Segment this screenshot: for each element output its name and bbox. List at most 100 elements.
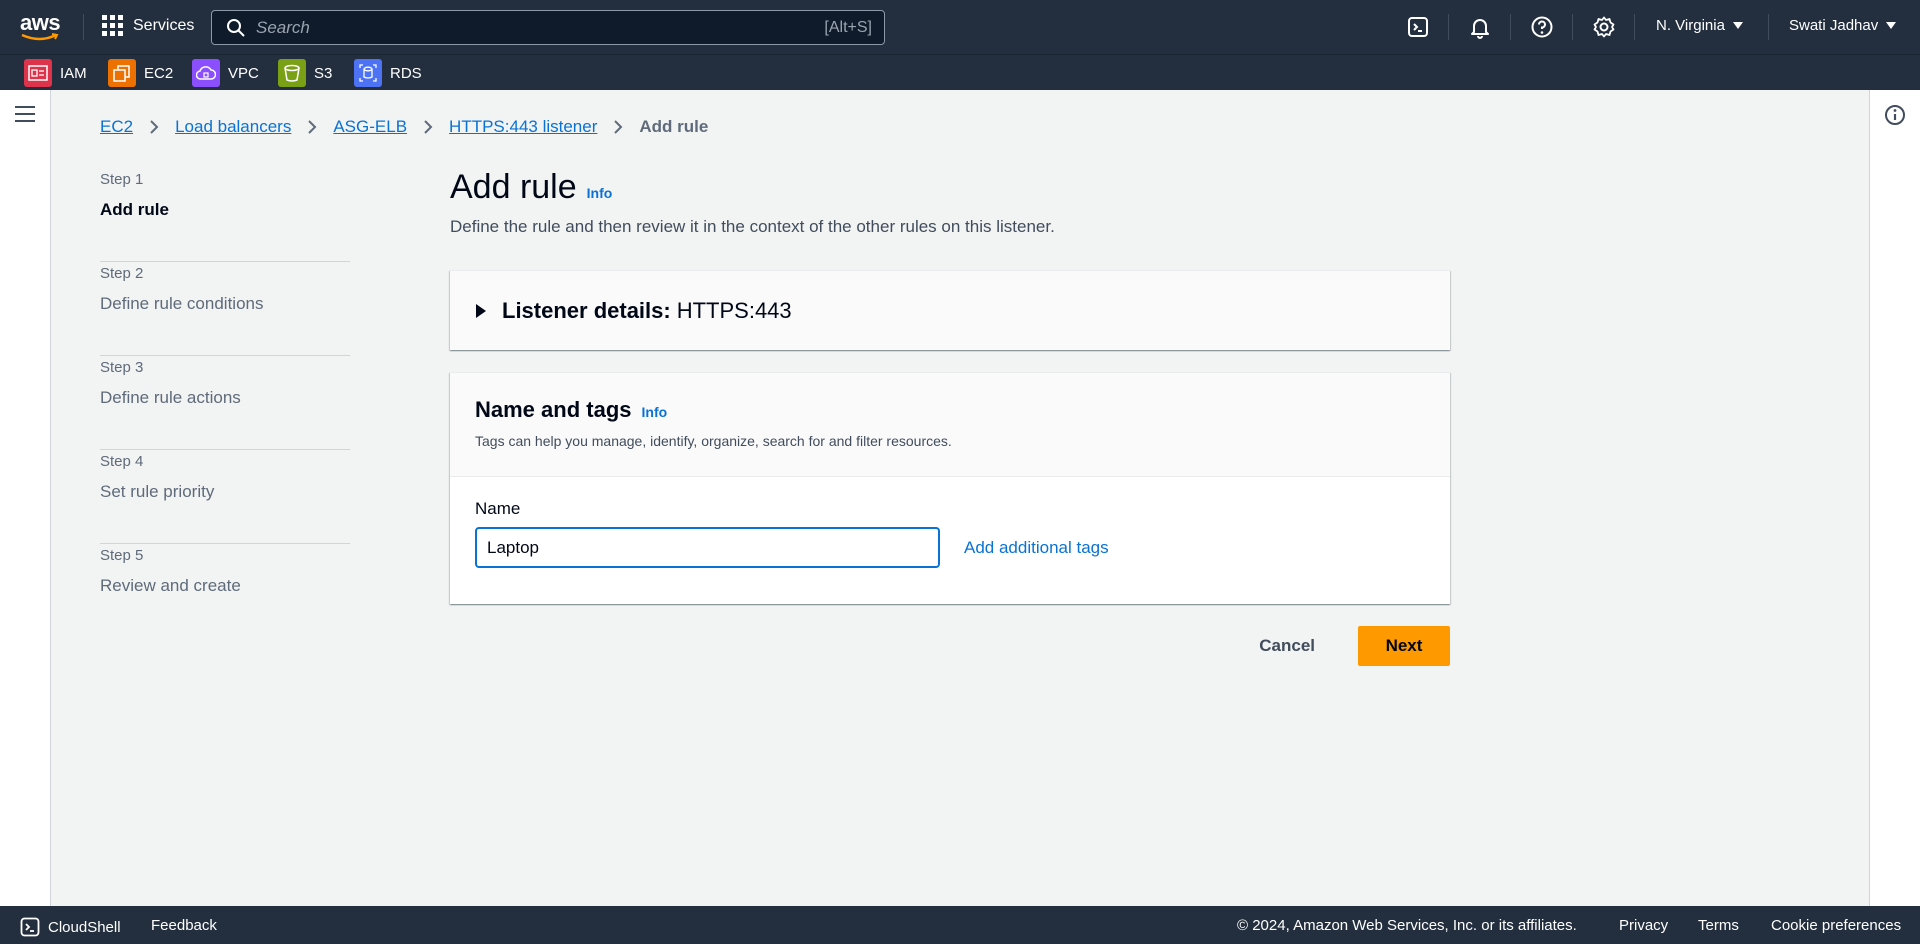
- step-1: Step 1 Add rule: [100, 168, 350, 262]
- feedback-link[interactable]: Feedback: [151, 917, 217, 934]
- step-number: Step 5: [100, 547, 144, 564]
- favorite-rds[interactable]: RDS: [354, 59, 422, 87]
- favorite-label: RDS: [390, 64, 422, 82]
- step-number: Step 2: [100, 265, 144, 282]
- bell-icon[interactable]: [1468, 15, 1492, 39]
- page-description: Define the rule and then review it in th…: [450, 217, 1055, 236]
- breadcrumb-load-balancers[interactable]: Load balancers: [175, 117, 291, 137]
- privacy-link[interactable]: Privacy: [1619, 917, 1668, 934]
- step-number: Step 1: [100, 171, 144, 188]
- iam-service-icon: [24, 59, 52, 87]
- name-input[interactable]: [475, 527, 940, 568]
- info-icon[interactable]: [1884, 104, 1906, 126]
- chevron-right-icon: [150, 120, 159, 134]
- tags-info-link[interactable]: Info: [642, 404, 668, 420]
- aws-logo-text: aws: [20, 10, 61, 35]
- search-icon: [227, 18, 245, 37]
- ec2-service-icon: [108, 59, 136, 87]
- name-and-tags-body: Name Add additional tags: [450, 477, 1450, 590]
- favorite-label: EC2: [144, 64, 174, 82]
- divider: [83, 14, 84, 40]
- chevron-right-icon: [424, 120, 433, 134]
- favorite-ec2[interactable]: EC2: [108, 59, 173, 87]
- divider: [1768, 14, 1769, 40]
- grid-icon: [102, 15, 123, 36]
- add-additional-tags-link[interactable]: Add additional tags: [964, 538, 1109, 558]
- side-navigation-rail: [0, 90, 51, 906]
- breadcrumb-asg-elb[interactable]: ASG-ELB: [333, 117, 407, 137]
- favorite-vpc[interactable]: VPC: [192, 59, 259, 87]
- menu-icon[interactable]: [15, 106, 35, 122]
- cancel-button[interactable]: Cancel: [1239, 626, 1335, 666]
- top-navigation: aws Services [Alt+S]: [0, 0, 1920, 54]
- region-label: N. Virginia: [1656, 17, 1725, 34]
- vpc-service-icon: [192, 59, 220, 87]
- listener-details-expander[interactable]: Listener details: HTTPS:443: [450, 270, 1450, 350]
- step-5: Step 5 Review and create: [100, 544, 350, 638]
- aws-logo[interactable]: aws: [20, 12, 62, 42]
- favorite-label: S3: [314, 64, 333, 82]
- listener-details-title: Listener details:: [502, 297, 671, 323]
- search-bar[interactable]: [Alt+S]: [211, 10, 885, 45]
- name-and-tags-title: Name and tags: [475, 397, 632, 422]
- terms-link[interactable]: Terms: [1698, 917, 1739, 934]
- main-content: Add rule Info Define the rule and then r…: [450, 168, 1450, 666]
- cookie-preferences-link[interactable]: Cookie preferences: [1771, 917, 1901, 934]
- breadcrumb-current: Add rule: [639, 117, 709, 136]
- services-label: Services: [133, 16, 195, 34]
- step-2: Step 2 Define rule conditions: [100, 262, 350, 356]
- region-selector[interactable]: N. Virginia: [1656, 17, 1743, 34]
- favorite-iam[interactable]: IAM: [24, 59, 87, 87]
- step-label: Add rule: [100, 200, 169, 219]
- step-3: Step 3 Define rule actions: [100, 356, 350, 450]
- step-label: Review and create: [100, 576, 241, 595]
- caret-down-icon: [1886, 22, 1897, 29]
- help-panel-rail: [1869, 90, 1920, 906]
- wizard-steps: Step 1 Add rule Step 2 Define rule condi…: [100, 168, 350, 638]
- divider: [1634, 14, 1635, 40]
- gear-icon[interactable]: [1592, 15, 1616, 39]
- user-menu[interactable]: Swati Jadhav: [1789, 17, 1897, 34]
- step-number: Step 3: [100, 359, 144, 376]
- rds-database-icon: [354, 59, 382, 87]
- search-shortcut-hint: [Alt+S]: [824, 18, 872, 36]
- name-and-tags-description: Tags can help you manage, identify, orga…: [475, 433, 952, 449]
- cloudshell-label: CloudShell: [48, 918, 121, 936]
- step-4: Step 4 Set rule priority: [100, 450, 350, 544]
- footer: CloudShell Feedback © 2024, Amazon Web S…: [0, 906, 1920, 944]
- s3-bucket-icon: [278, 59, 306, 87]
- form-actions: Cancel Next: [450, 626, 1450, 668]
- name-and-tags-container: Name and tags Info Tags can help you man…: [450, 372, 1450, 604]
- divider: [1510, 14, 1511, 40]
- chevron-right-icon: [308, 120, 317, 134]
- page-header: Add rule Info: [450, 168, 1450, 207]
- page-title: Add rule: [450, 168, 577, 206]
- caret-down-icon: [1732, 22, 1743, 29]
- name-and-tags-header: Name and tags Info Tags can help you man…: [450, 373, 1450, 477]
- favorite-s3[interactable]: S3: [278, 59, 332, 87]
- info-link[interactable]: Info: [587, 185, 613, 201]
- cloudshell-button[interactable]: CloudShell: [20, 917, 121, 937]
- user-name: Swati Jadhav: [1789, 17, 1879, 34]
- cloudshell-icon: [20, 917, 40, 937]
- step-number: Step 4: [100, 453, 144, 470]
- step-label: Define rule conditions: [100, 294, 264, 313]
- favorites-bar: IAM EC2 VPC S3 RDS: [0, 54, 1920, 90]
- favorite-label: IAM: [60, 64, 87, 82]
- divider: [1572, 14, 1573, 40]
- breadcrumb-listener[interactable]: HTTPS:443 listener: [449, 117, 597, 137]
- step-label: Set rule priority: [100, 482, 215, 501]
- services-menu-button[interactable]: Services: [102, 15, 194, 36]
- divider: [1448, 14, 1449, 40]
- breadcrumb-ec2[interactable]: EC2: [100, 117, 133, 137]
- search-input[interactable]: [256, 17, 756, 38]
- caret-right-icon: [476, 303, 486, 318]
- help-icon[interactable]: [1530, 15, 1554, 39]
- chevron-right-icon: [614, 120, 623, 134]
- step-label: Define rule actions: [100, 388, 241, 407]
- copyright-text: © 2024, Amazon Web Services, Inc. or its…: [1237, 917, 1577, 934]
- listener-details-value: HTTPS:443: [676, 297, 792, 323]
- cloudshell-icon[interactable]: [1406, 15, 1430, 39]
- name-field-label: Name: [475, 499, 521, 518]
- next-button[interactable]: Next: [1358, 626, 1450, 666]
